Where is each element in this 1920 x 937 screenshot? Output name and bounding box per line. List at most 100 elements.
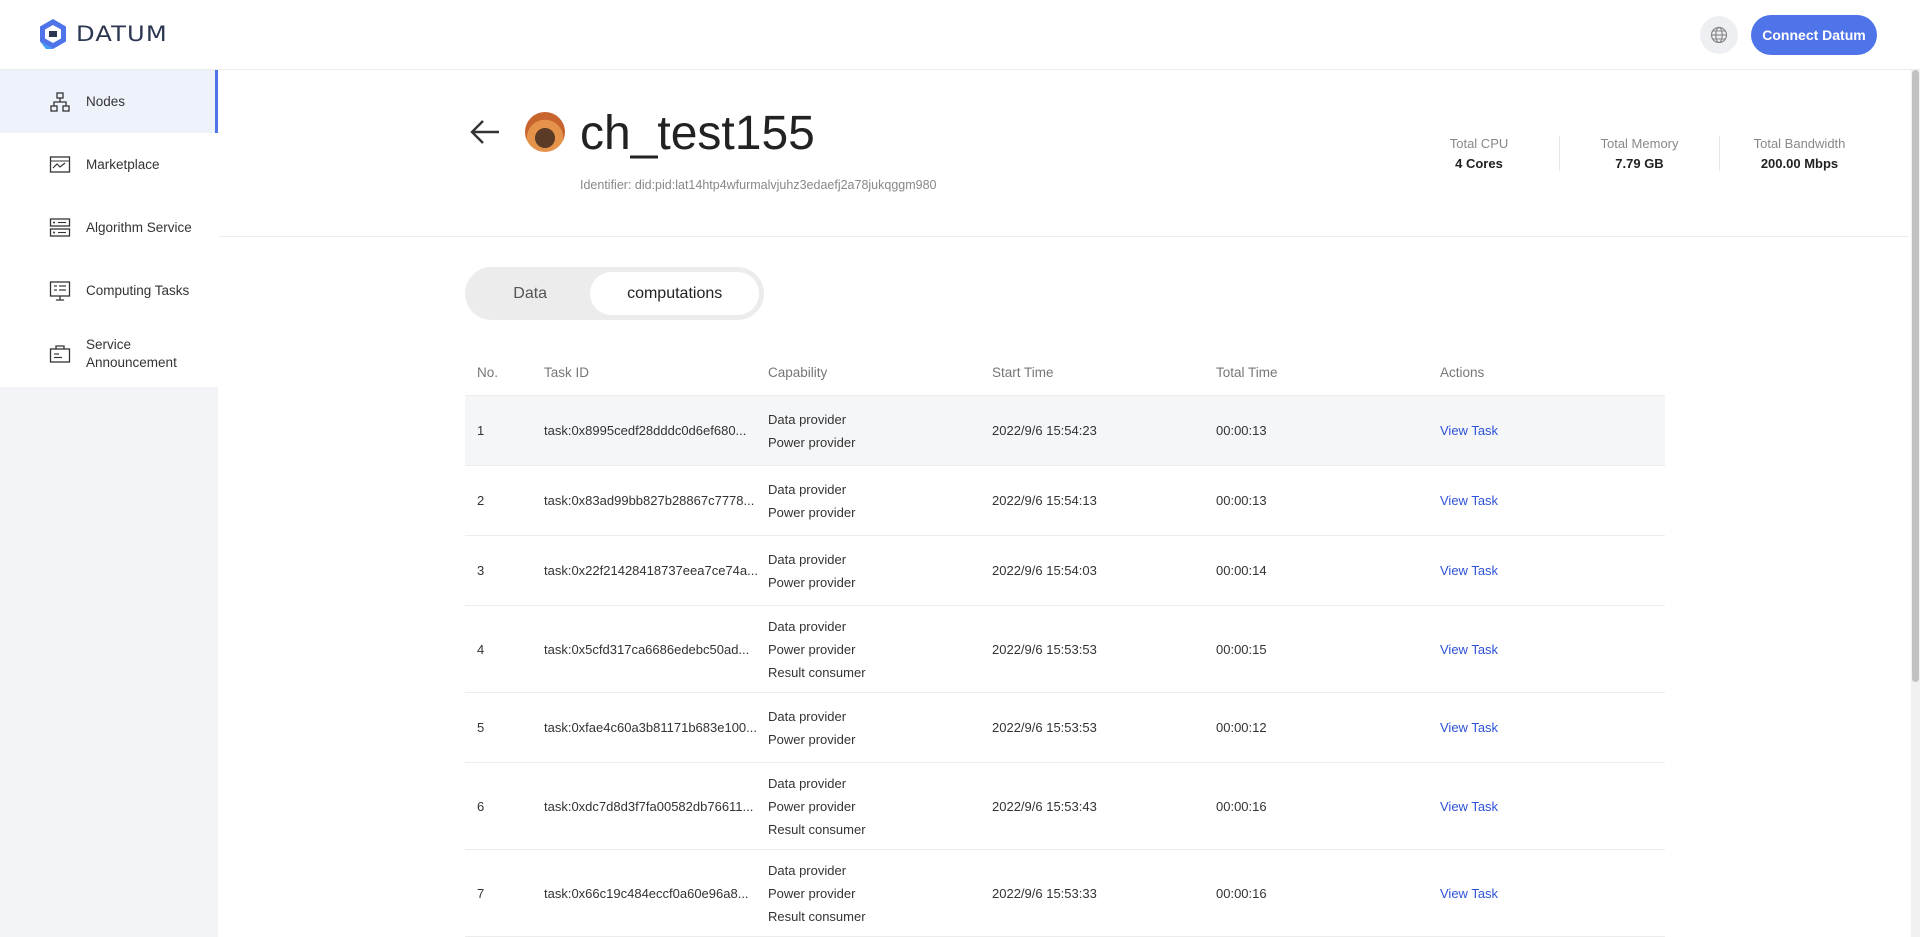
cell-capability: Data provider Power provider Result cons… [768, 859, 992, 928]
stat-value: 7.79 GB [1615, 156, 1664, 171]
cell-task-id: task:0x22f21428418737eea7ce74a... [544, 563, 758, 578]
table-row: 5 task:0xfae4c60a3b81171b683e100... Data… [465, 693, 1665, 763]
sidebar-item-label: Computing Tasks [86, 282, 190, 298]
cell-total-time: 00:00:15 [1216, 641, 1267, 657]
stat-total-memory: Total Memory 7.79 GB [1559, 136, 1719, 171]
cell-total-time: 00:00:16 [1216, 798, 1267, 814]
table-row: 3 task:0x22f21428418737eea7ce74a... Data… [465, 536, 1665, 606]
cell-total-time: 00:00:13 [1216, 423, 1267, 438]
tab-computations[interactable]: computations [590, 272, 759, 315]
view-task-link[interactable]: View Task [1440, 493, 1498, 508]
cell-no: 6 [477, 798, 485, 814]
cell-total-time: 00:00:12 [1216, 720, 1267, 735]
main-content: ch_test155 Identifier: did:pid:lat14htp4… [219, 70, 1909, 937]
nodes-icon [49, 91, 71, 113]
capability-item: Power provider [768, 574, 856, 590]
stat-label: Total CPU [1449, 136, 1509, 151]
cell-no: 5 [477, 720, 485, 735]
view-task-link[interactable]: View Task [1440, 799, 1498, 814]
table-row: 4 task:0x5cfd317ca6686edebc50ad... Data … [465, 606, 1665, 693]
capability-item: Data provider [768, 551, 847, 567]
sidebar-item-label: Marketplace [86, 156, 160, 172]
stat-label: Total Bandwidth [1753, 136, 1846, 151]
header-actions: Actions [1440, 365, 1485, 380]
cell-no: 2 [477, 493, 485, 508]
cell-total-time: 00:00:14 [1216, 563, 1267, 578]
cell-no: 1 [477, 423, 485, 438]
back-arrow-icon[interactable] [469, 118, 501, 151]
sidebar-item-label: Service Announcement [86, 336, 177, 370]
table-row: 1 task:0x8995cedf28dddc0d6ef680... Data … [465, 396, 1665, 466]
scrollbar-thumb[interactable] [1912, 70, 1919, 682]
announcement-icon [49, 343, 71, 365]
sidebar-item-marketplace[interactable]: Marketplace [0, 133, 218, 196]
cell-start-time: 2022/9/6 15:53:53 [992, 641, 1097, 657]
capability-item: Power provider [768, 434, 856, 450]
capability-item: Data provider [768, 411, 847, 427]
connect-datum-button[interactable]: Connect Datum [1751, 15, 1877, 55]
cell-task-id: task:0x66c19c484eccf0a60e96a8... [544, 885, 749, 901]
header-total-time: Total Time [1216, 365, 1278, 380]
cell-total-time: 00:00:13 [1216, 493, 1267, 508]
sidebar-item-nodes[interactable]: Nodes [0, 70, 218, 133]
cell-capability: Data provider Power provider Result cons… [768, 772, 992, 841]
cell-start-time: 2022/9/6 15:54:13 [992, 493, 1097, 508]
cell-total-time: 00:00:16 [1216, 885, 1267, 901]
language-button[interactable] [1700, 16, 1738, 54]
tasks-icon [49, 280, 71, 302]
computations-table: No. Task ID Capability Start Time Total … [465, 350, 1665, 937]
view-task-link[interactable]: View Task [1440, 720, 1498, 735]
sidebar: Nodes Marketplace Algorithm Service Comp… [0, 70, 218, 937]
capability-item: Power provider [768, 798, 856, 814]
algorithm-icon [49, 217, 71, 239]
cell-no: 3 [477, 563, 485, 578]
node-avatar [525, 112, 565, 152]
header-start-time: Start Time [992, 365, 1054, 380]
page-scrollbar[interactable] [1911, 70, 1920, 937]
cell-capability: Data provider Power provider [768, 408, 992, 454]
globe-icon [1710, 26, 1728, 44]
view-task-link[interactable]: View Task [1440, 886, 1498, 901]
view-task-link[interactable]: View Task [1440, 642, 1498, 657]
cell-task-id: task:0xdc7d8d3f7fa00582db76611... [544, 798, 754, 814]
header-task-id: Task ID [544, 365, 590, 380]
capability-item: Power provider [768, 641, 856, 657]
cell-start-time: 2022/9/6 15:54:23 [992, 423, 1097, 438]
tab-switcher: Data computations [465, 267, 764, 320]
top-bar: DATUM Connect Datum [0, 0, 1920, 70]
cell-task-id: task:0x83ad99bb827b28867c7778... [544, 493, 755, 508]
tab-data[interactable]: Data [470, 272, 590, 315]
table-row: 2 task:0x83ad99bb827b28867c7778... Data … [465, 466, 1665, 536]
capability-item: Data provider [768, 862, 847, 878]
sidebar-item-algorithm-service[interactable]: Algorithm Service [0, 196, 218, 259]
capability-item: Data provider [768, 618, 847, 634]
cell-capability: Data provider Power provider Result cons… [768, 615, 992, 684]
cell-start-time: 2022/9/6 15:54:03 [992, 563, 1097, 578]
table-header: No. Task ID Capability Start Time Total … [465, 350, 1665, 396]
cell-capability: Data provider Power provider [768, 478, 992, 524]
sidebar-item-computing-tasks[interactable]: Computing Tasks [0, 259, 218, 322]
cell-no: 4 [477, 641, 485, 657]
sidebar-menu: Nodes Marketplace Algorithm Service Comp… [0, 70, 218, 387]
cell-capability: Data provider Power provider [768, 705, 992, 751]
stat-label: Total Memory [1600, 136, 1679, 151]
node-identifier: Identifier: did:pid:lat14htp4wfurmalvjuh… [580, 178, 937, 192]
sidebar-item-service-announcement[interactable]: Service Announcement [0, 322, 218, 385]
capability-item: Data provider [768, 775, 847, 791]
cell-start-time: 2022/9/6 15:53:53 [992, 720, 1097, 735]
node-name: ch_test155 [580, 107, 815, 160]
node-stats: Total CPU 4 Cores Total Memory 7.79 GB T… [1399, 136, 1879, 171]
view-task-link[interactable]: View Task [1440, 563, 1498, 578]
header-capability: Capability [768, 365, 828, 380]
table-row: 7 task:0x66c19c484eccf0a60e96a8... Data … [465, 850, 1665, 937]
cell-start-time: 2022/9/6 15:53:33 [992, 885, 1097, 901]
table-row: 6 task:0xdc7d8d3f7fa00582db76611... Data… [465, 763, 1665, 850]
view-task-link[interactable]: View Task [1440, 423, 1498, 438]
datum-logo[interactable]: DATUM [38, 18, 167, 50]
logo-text: DATUM [76, 22, 168, 46]
cell-task-id: task:0xfae4c60a3b81171b683e100... [544, 720, 757, 735]
stat-value: 200.00 Mbps [1760, 156, 1839, 171]
cell-start-time: 2022/9/6 15:53:43 [992, 798, 1097, 814]
stat-total-bandwidth: Total Bandwidth 200.00 Mbps [1719, 136, 1879, 171]
identifier-label: Identifier: [580, 178, 632, 192]
